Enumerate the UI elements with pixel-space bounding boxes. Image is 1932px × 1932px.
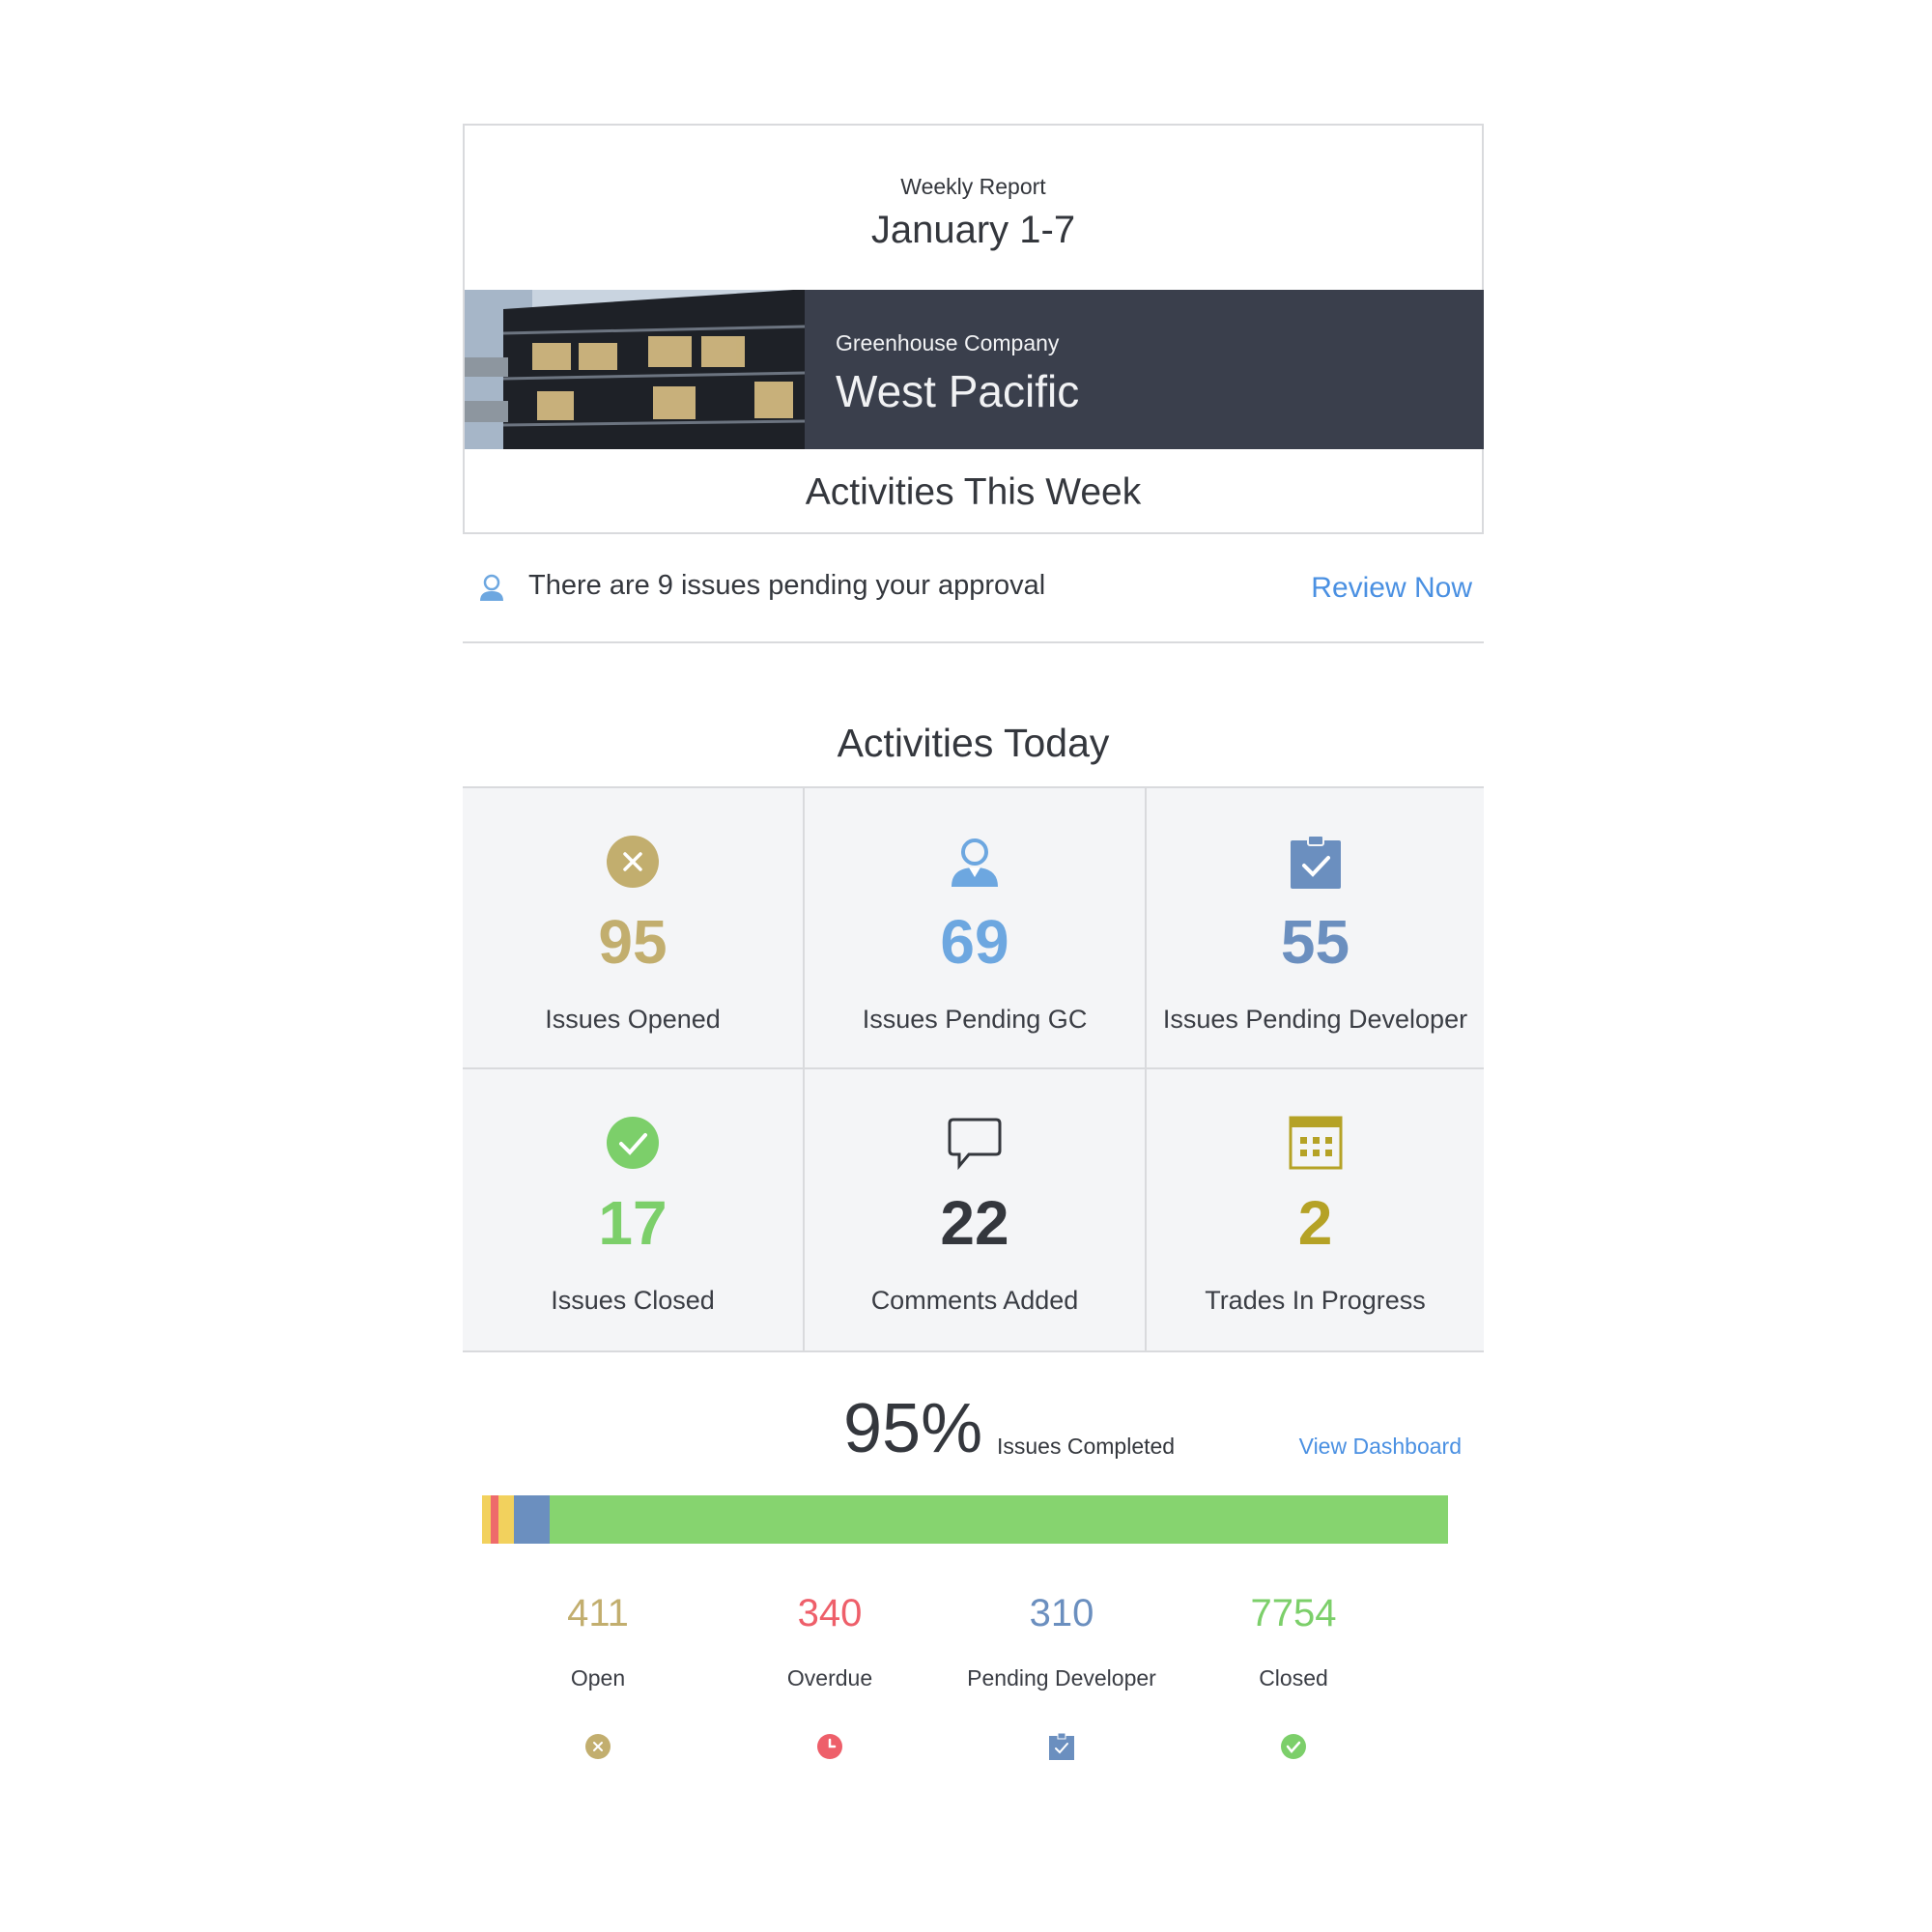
- legend-overdue: 340 Overdue: [714, 1592, 946, 1765]
- bar-segment-pending-developer: [513, 1495, 550, 1544]
- stats-grid: 95 Issues Opened 69 Issues Pending GC 55…: [463, 786, 1484, 1352]
- stat-issues-opened: 95 Issues Opened: [463, 788, 805, 1069]
- project-banner: Greenhouse Company West Pacific: [465, 290, 1484, 449]
- legend-label: Pending Developer: [967, 1665, 1156, 1690]
- report-label: Weekly Report: [900, 174, 1046, 199]
- legend-value: 310: [1029, 1592, 1094, 1634]
- building-image: [465, 290, 805, 449]
- legend-value: 411: [567, 1592, 629, 1634]
- project-name: West Pacific: [836, 366, 1080, 416]
- view-dashboard-link[interactable]: View Dashboard: [1299, 1434, 1462, 1460]
- completion-label: Issues Completed: [997, 1434, 1176, 1459]
- stat-value: 55: [1280, 907, 1350, 977]
- weekly-report-card: Weekly Report January 1-7 Greenhouse Com…: [463, 124, 1484, 1824]
- close-circle-icon: [607, 836, 659, 888]
- stat-label: Issues Closed: [551, 1286, 715, 1315]
- stat-label: Issues Opened: [545, 1005, 721, 1034]
- close-circle-icon: [585, 1734, 611, 1759]
- check-circle-icon: [1281, 1734, 1306, 1759]
- stat-issues-pending-gc: 69 Issues Pending GC: [805, 788, 1147, 1069]
- stat-value: 22: [940, 1188, 1009, 1258]
- stat-label: Comments Added: [870, 1286, 1079, 1315]
- bar-segment-overdue: [490, 1495, 498, 1544]
- stat-value: 17: [598, 1188, 668, 1258]
- stat-label: Trades In Progress: [1205, 1286, 1426, 1315]
- report-header: Weekly Report January 1-7 Greenhouse Com…: [463, 124, 1484, 534]
- legend-closed: 7754 Closed: [1178, 1592, 1409, 1765]
- stat-issues-pending-developer: 55 Issues Pending Developer: [1147, 788, 1484, 1069]
- legend-open: 411 Open: [482, 1592, 714, 1765]
- legend-value: 340: [797, 1592, 863, 1634]
- clipboard-check-icon: [1290, 835, 1341, 889]
- status-progress-bar: [482, 1495, 1448, 1544]
- company-name: Greenhouse Company: [836, 330, 1060, 355]
- stat-value: 2: [1297, 1188, 1333, 1258]
- calendar-icon: [1289, 1116, 1342, 1170]
- legend-label: Overdue: [786, 1665, 873, 1690]
- activities-today-title: Activities Today: [837, 721, 1110, 765]
- person-icon: [952, 838, 998, 887]
- approval-message: There are 9 issues pending your approval: [528, 570, 1046, 601]
- activities-week-title: Activities This Week: [805, 471, 1142, 513]
- approval-banner: There are 9 issues pending your approval…: [463, 535, 1484, 643]
- stat-comments-added: 22 Comments Added: [805, 1069, 1147, 1350]
- check-circle-icon: [607, 1117, 659, 1169]
- legend-value: 7754: [1250, 1592, 1337, 1634]
- stat-value: 95: [598, 907, 668, 977]
- stat-trades-in-progress: 2 Trades In Progress: [1147, 1069, 1484, 1350]
- legend-pending-developer: 310 Pending Developer: [946, 1592, 1178, 1765]
- legend-label: Closed: [1259, 1665, 1328, 1690]
- report-date-range: January 1-7: [870, 209, 1076, 251]
- bar-segment-open: [482, 1495, 491, 1544]
- bar-segment-closed: [549, 1495, 1448, 1544]
- stat-label: Issues Pending Developer: [1162, 1005, 1468, 1034]
- stat-label: Issues Pending GC: [862, 1005, 1088, 1034]
- stat-issues-closed: 17 Issues Closed: [463, 1069, 805, 1350]
- bar-segment-other: [497, 1495, 514, 1544]
- review-now-link[interactable]: Review Now: [1311, 572, 1472, 605]
- legend-label: Open: [570, 1665, 626, 1690]
- clipboard-check-icon: [1049, 1732, 1074, 1760]
- person-icon: [478, 574, 505, 608]
- stat-value: 69: [940, 907, 1009, 977]
- clock-icon: [817, 1734, 842, 1759]
- speech-bubble-icon: [948, 1118, 1002, 1170]
- completion-percent: 95%: [843, 1390, 983, 1467]
